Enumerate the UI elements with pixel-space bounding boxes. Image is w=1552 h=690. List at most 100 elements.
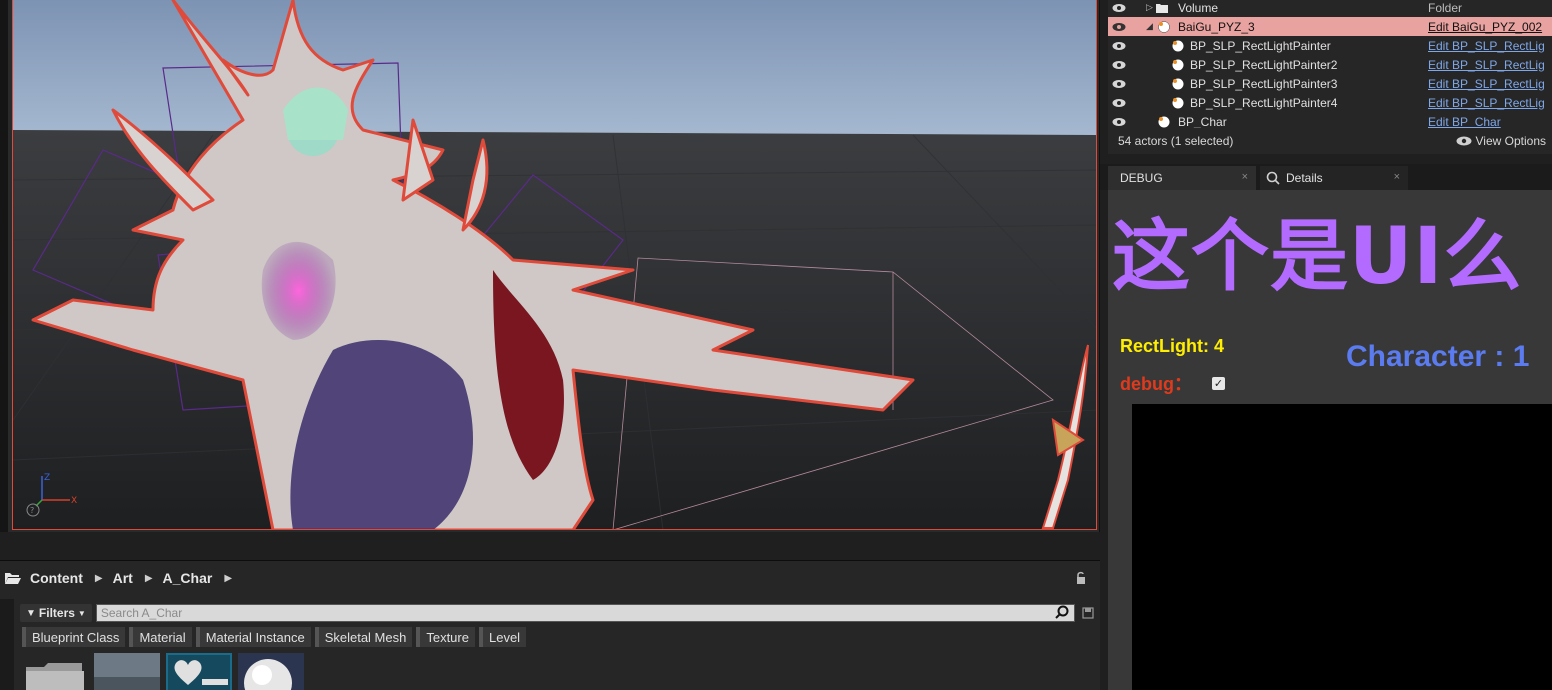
material-sphere-icon bbox=[244, 659, 292, 690]
svg-text:?: ? bbox=[30, 506, 34, 515]
outliner-row-baigu[interactable]: ◢ BaiGu_PYZ_3 Edit BaiGu_PYZ_002 bbox=[1108, 17, 1552, 36]
breadcrumb-content[interactable]: Content bbox=[30, 570, 83, 586]
world-outliner: ▷ Volume Folder ◢ BaiGu_PYZ_3 Edit BaiGu… bbox=[1108, 0, 1552, 128]
debug-widget-panel: 这个是UI么 RectLight: 4 Character : 1 debug：… bbox=[1108, 190, 1552, 690]
outliner-row-bp-char[interactable]: BP_Char Edit BP_Char bbox=[1108, 112, 1552, 128]
outliner-row-rectlight-4[interactable]: BP_SLP_RectLightPainter4 Edit BP_SLP_Rec… bbox=[1108, 93, 1552, 112]
filter-row: ▼ Filters ▼ bbox=[20, 603, 1095, 623]
outliner-row-rectlight-2[interactable]: BP_SLP_RectLightPainter2 Edit BP_SLP_Rec… bbox=[1108, 55, 1552, 74]
outliner-label: BP_SLP_RectLightPainter4 bbox=[1190, 95, 1338, 110]
outliner-edit-link[interactable]: Edit BP_SLP_RectLig bbox=[1428, 39, 1545, 53]
svg-text:Z: Z bbox=[44, 473, 50, 483]
outliner-label: Volume bbox=[1178, 0, 1219, 15]
search-input[interactable] bbox=[96, 605, 1054, 621]
filter-level[interactable]: Level bbox=[478, 627, 527, 647]
lock-icon[interactable] bbox=[1074, 571, 1088, 585]
texture-thumbnail-icon bbox=[94, 653, 160, 690]
view-options-button[interactable]: View Options bbox=[1456, 134, 1546, 148]
debug-title: 这个是UI么 bbox=[1112, 212, 1523, 302]
folder-icon bbox=[26, 663, 84, 690]
asset-grid bbox=[22, 653, 304, 690]
actor-ball-icon bbox=[1172, 97, 1184, 108]
filters-button[interactable]: ▼ Filters ▼ bbox=[20, 604, 92, 622]
type-filter-bar: Blueprint Class Material Material Instan… bbox=[22, 627, 527, 647]
filter-material[interactable]: Material bbox=[129, 627, 192, 647]
right-panel: ▷ Volume Folder ◢ BaiGu_PYZ_3 Edit BaiGu… bbox=[1100, 0, 1552, 690]
collapse-arrow-icon[interactable]: ◢ bbox=[1146, 21, 1153, 32]
outliner-label: BP_SLP_RectLightPainter3 bbox=[1190, 76, 1338, 91]
splitter[interactable] bbox=[0, 532, 1100, 560]
breadcrumb-a-char[interactable]: A_Char bbox=[163, 570, 213, 586]
breadcrumb-art[interactable]: Art bbox=[113, 570, 133, 586]
close-icon[interactable]: × bbox=[1242, 171, 1248, 183]
asset-selected-blueprint[interactable] bbox=[166, 653, 232, 690]
outliner-edit-link[interactable]: Edit BP_SLP_RectLig bbox=[1428, 96, 1545, 110]
content-browser: Content ▶ Art ▶ A_Char ▶ ▼ Filters ▼ Sea… bbox=[0, 560, 1100, 690]
chevron-right-icon[interactable]: ▶ bbox=[224, 573, 232, 584]
outliner-edit-link[interactable]: Edit BaiGu_PYZ_002 bbox=[1428, 20, 1542, 34]
tab-debug-label: DEBUG bbox=[1120, 171, 1163, 185]
asset-texture-thumbnail[interactable] bbox=[94, 653, 160, 690]
chevron-right-icon[interactable]: ▶ bbox=[145, 573, 153, 584]
character-count: Character : 1 bbox=[1346, 340, 1530, 373]
debug-preview-area bbox=[1132, 404, 1552, 690]
filter-texture[interactable]: Texture bbox=[416, 627, 475, 647]
debug-toggle-row: debug： ✓ bbox=[1120, 370, 1225, 396]
outliner-label: BP_Char bbox=[1178, 114, 1227, 129]
tab-details[interactable]: Details × bbox=[1260, 166, 1408, 190]
panel-tab-bar: DEBUG × Details × bbox=[1100, 164, 1552, 190]
actor-ball-icon bbox=[1158, 116, 1170, 127]
eye-icon[interactable] bbox=[1112, 22, 1126, 32]
filter-skeletal-mesh[interactable]: Skeletal Mesh bbox=[314, 627, 413, 647]
sky bbox=[13, 0, 1096, 150]
debug-label: debug： bbox=[1120, 374, 1192, 394]
eye-icon[interactable] bbox=[1112, 41, 1126, 51]
debug-checkbox[interactable]: ✓ bbox=[1212, 376, 1225, 390]
viewport-left-strip bbox=[0, 0, 8, 532]
eye-icon[interactable] bbox=[1112, 98, 1126, 108]
search-icon[interactable] bbox=[1054, 605, 1070, 621]
svg-text:X: X bbox=[71, 496, 77, 506]
outliner-row-rectlight-3[interactable]: BP_SLP_RectLightPainter3 Edit BP_SLP_Rec… bbox=[1108, 74, 1552, 93]
details-search-icon bbox=[1266, 171, 1280, 185]
close-icon[interactable]: × bbox=[1394, 171, 1400, 183]
eye-icon[interactable] bbox=[1112, 3, 1126, 13]
actor-ball-icon bbox=[1172, 40, 1184, 51]
actor-ball-icon bbox=[1158, 20, 1170, 33]
outliner-edit-link[interactable]: Edit BP_SLP_RectLig bbox=[1428, 58, 1545, 72]
outliner-label: BP_SLP_RectLightPainter2 bbox=[1190, 57, 1338, 72]
filter-material-instance[interactable]: Material Instance bbox=[195, 627, 311, 647]
filter-blueprint-class[interactable]: Blueprint Class bbox=[22, 627, 126, 647]
expand-arrow-icon[interactable]: ▷ bbox=[1146, 2, 1153, 13]
actor-ball-icon bbox=[1172, 78, 1184, 89]
asset-folder[interactable] bbox=[22, 653, 88, 690]
save-search-icon[interactable] bbox=[1081, 606, 1095, 620]
outliner-row-volume[interactable]: ▷ Volume Folder bbox=[1108, 0, 1552, 17]
actor-ball-icon bbox=[1172, 59, 1184, 70]
search-box[interactable] bbox=[95, 604, 1075, 622]
filters-label: Filters bbox=[38, 606, 75, 620]
tab-details-label: Details bbox=[1286, 171, 1323, 185]
chevron-right-icon[interactable]: ▶ bbox=[95, 573, 103, 584]
viewport-render[interactable] bbox=[12, 0, 1097, 530]
unreal-editor-window: Z X ? Content ▶ Art ▶ A_Char ▶ ▼ Filters… bbox=[0, 0, 1552, 690]
sources-panel-collapsed[interactable] bbox=[0, 599, 14, 690]
level-viewport[interactable]: Z X ? bbox=[0, 0, 1100, 532]
filter-icon: ▼ bbox=[26, 607, 36, 619]
view-options-label: View Options bbox=[1475, 134, 1546, 148]
eye-icon[interactable] bbox=[1112, 79, 1126, 89]
outliner-label: BP_SLP_RectLightPainter bbox=[1190, 38, 1331, 53]
outliner-footer: 54 actors (1 selected) View Options bbox=[1108, 128, 1552, 154]
outliner-row-rectlight-1[interactable]: BP_SLP_RectLightPainter Edit BP_SLP_Rect… bbox=[1108, 36, 1552, 55]
eye-icon[interactable] bbox=[1112, 60, 1126, 70]
actor-count: 54 actors (1 selected) bbox=[1118, 134, 1234, 148]
chevron-down-icon: ▼ bbox=[77, 608, 86, 618]
open-folder-icon[interactable] bbox=[4, 571, 22, 585]
outliner-type: Folder bbox=[1428, 0, 1463, 15]
eye-icon[interactable] bbox=[1112, 117, 1126, 127]
asset-material-sphere[interactable] bbox=[238, 653, 304, 690]
outliner-edit-link[interactable]: Edit BP_SLP_RectLig bbox=[1428, 77, 1545, 91]
tab-debug[interactable]: DEBUG × bbox=[1108, 166, 1256, 190]
outliner-edit-link[interactable]: Edit BP_Char bbox=[1428, 115, 1501, 129]
outliner-label: BaiGu_PYZ_3 bbox=[1178, 19, 1255, 34]
